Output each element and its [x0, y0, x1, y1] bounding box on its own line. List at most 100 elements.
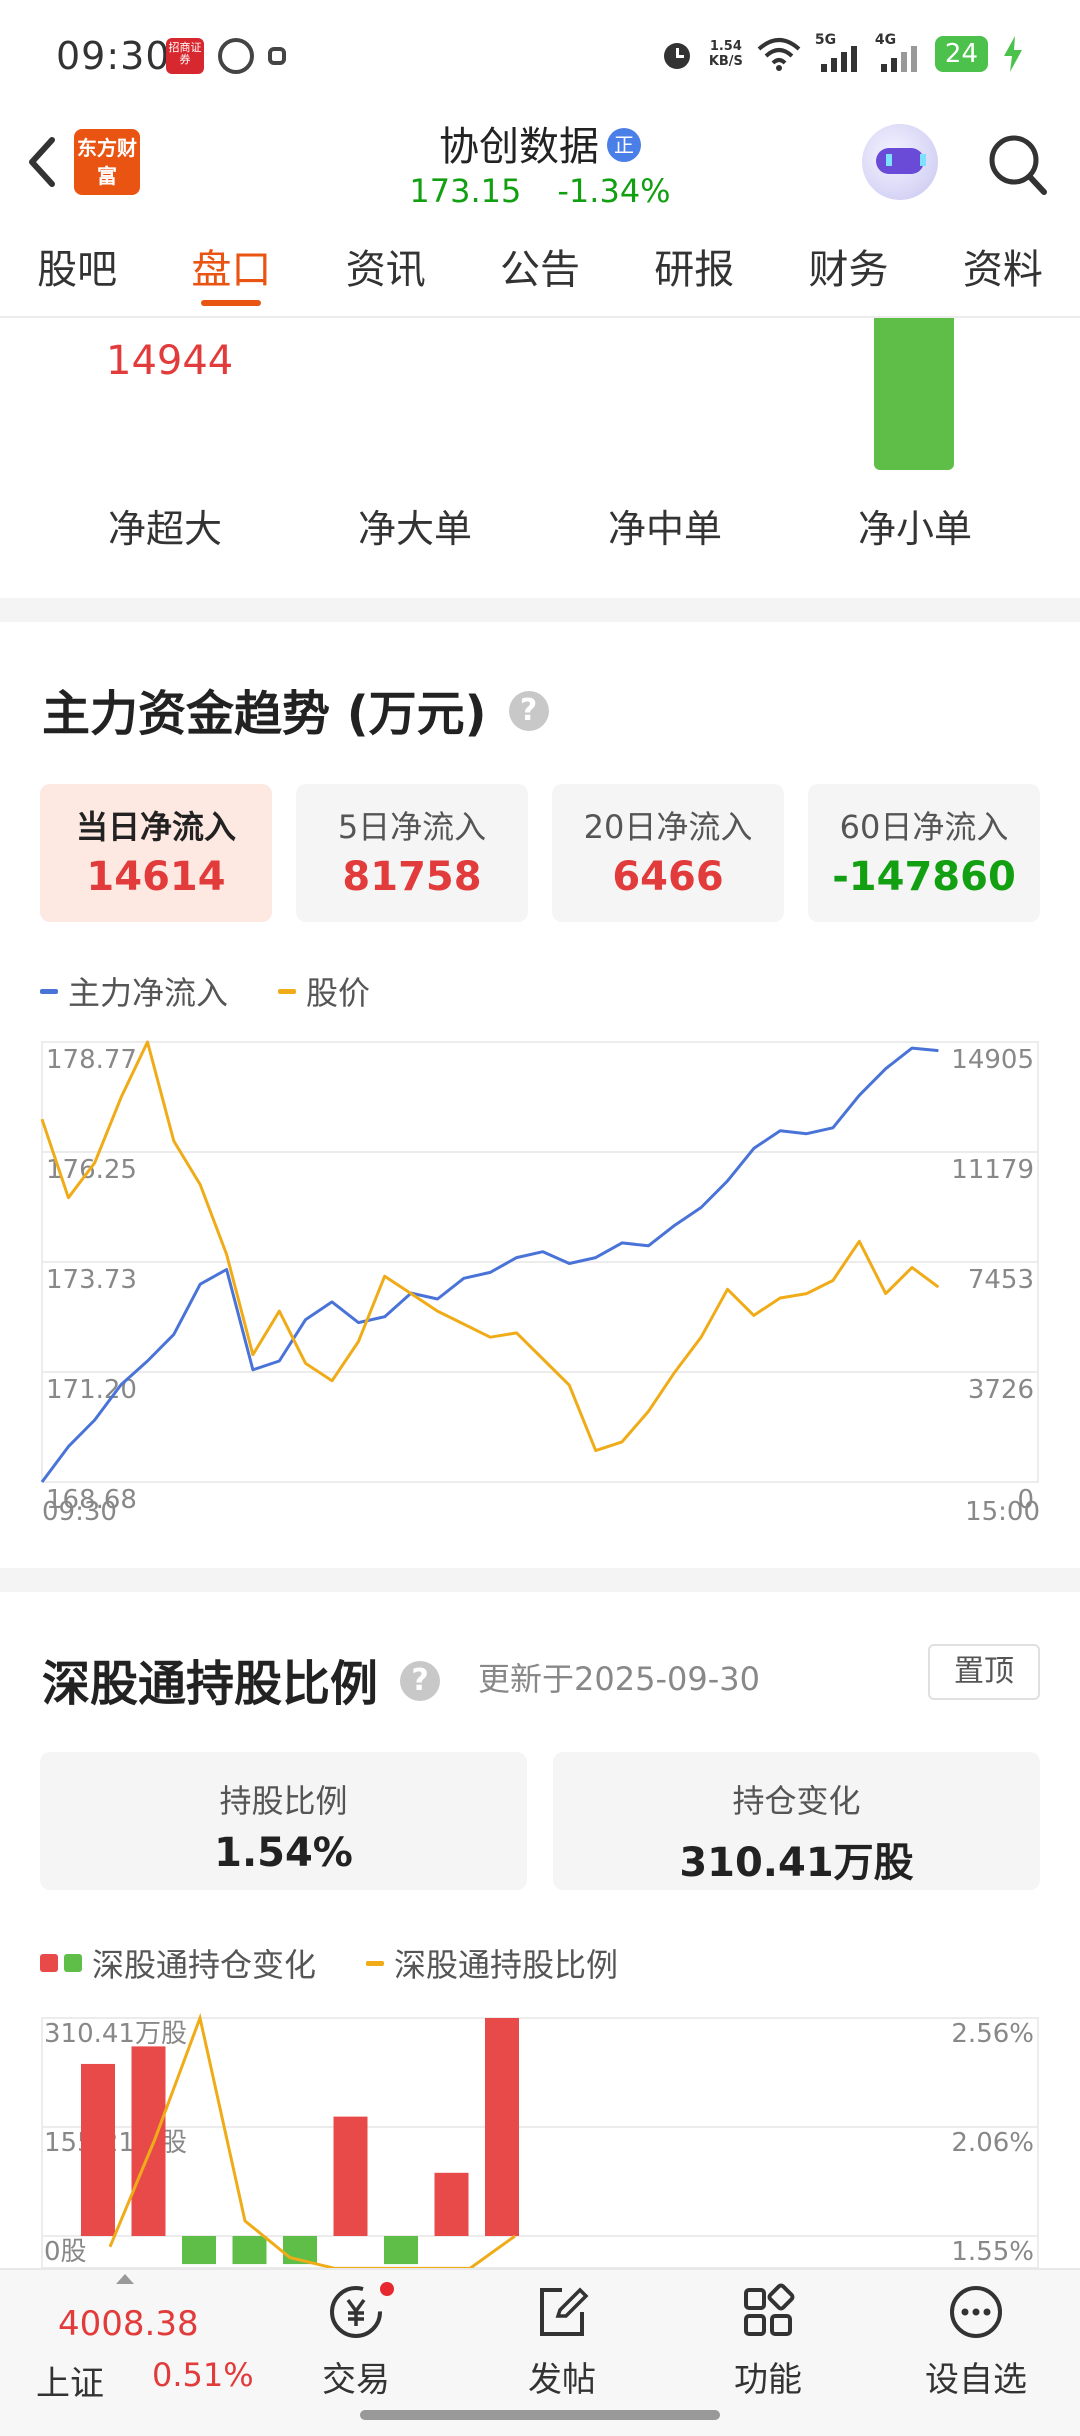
grid-icon	[744, 2283, 795, 2336]
hk-change-bar	[333, 2116, 368, 2236]
help-icon[interactable]: ?	[508, 691, 549, 731]
hk-left-tick: 310.41万股	[44, 2019, 187, 2049]
stock-change-pct: -1.34%	[557, 172, 671, 210]
hk-change-bar	[485, 2018, 519, 2236]
tab-3[interactable]: 公告	[463, 222, 617, 316]
hk-left-tick: 155.21万股	[44, 2128, 187, 2158]
right-axis-tick: 14905	[951, 1045, 1034, 1075]
fund-trend-svg: 178.77 14905176.25 11179173.73 7453171.20 37…	[40, 1040, 1040, 1527]
search-icon[interactable]	[986, 130, 1050, 200]
notification-dot	[380, 2282, 394, 2296]
main-fund-trend-title: 主力资金趋势 (万元)?	[42, 674, 549, 744]
super-large-net-value: 14944	[106, 338, 234, 384]
hk-change-bar	[434, 2172, 469, 2236]
holding-cards: 持股比例 1.54% 持仓变化 310.41万股	[40, 1752, 1040, 1890]
holding-card-label: 持仓变化	[732, 1782, 861, 1820]
legend-stock-price: 股价	[278, 968, 370, 1014]
main-inflow-line	[40, 1046, 939, 1483]
status-time: 09:30	[56, 34, 171, 78]
hk-change-bar	[182, 2236, 216, 2265]
flow-card[interactable]: 60日净流入 -147860	[808, 784, 1040, 922]
holding-card-value: 1.54%	[214, 1830, 353, 1876]
net-speed: 1.54 KB/S	[708, 39, 743, 69]
yen-exchange-icon	[330, 2286, 382, 2338]
flow-card-value: 6466	[612, 854, 724, 900]
x-axis-start: 09:30	[42, 1497, 117, 1527]
help-icon[interactable]: ?	[400, 1661, 441, 1701]
hk-change-bar	[232, 2236, 267, 2265]
index-ticker[interactable]: 4008.38 上证 0.51%	[0, 2270, 260, 2436]
hk-holding-chart[interactable]: 310.41万股 2.56% 155.21万股 2.06% 0股 1.55%	[0, 2000, 1080, 2270]
alarm-icon	[663, 43, 690, 69]
hk-change-bar	[384, 2236, 418, 2265]
hk-right-tick: 1.55%	[951, 2237, 1034, 2267]
fund-flow-bars: 14944 净超大 净大单 净中单 净小单	[0, 318, 1080, 598]
fund-bar-label: 净大单	[357, 507, 472, 551]
flow-card-label: 当日净流入	[75, 808, 236, 846]
home-indicator[interactable]	[360, 2410, 720, 2420]
flow-card-label: 60日净流入	[839, 808, 1009, 846]
flow-card[interactable]: 20日净流入 6466	[552, 784, 784, 922]
sync-icon	[218, 38, 254, 74]
x-axis-end: 15:00	[965, 1497, 1040, 1527]
hk-change-bar	[131, 2046, 166, 2236]
securities-app-icon: 招商证券	[166, 38, 204, 74]
signal-5g-icon: 5G	[815, 32, 861, 72]
stock-price: 173.15	[409, 172, 522, 210]
index-change: 0.51%	[152, 2356, 254, 2394]
holding-card-label: 持股比例	[219, 1782, 348, 1820]
fund-trend-chart[interactable]: 178.77 14905 176.25 11179 173.73 7453 171.20 37…	[0, 1030, 1080, 1530]
hk-left-tick: 0股	[44, 2237, 87, 2267]
updated-date: 更新于2025-09-30	[478, 1660, 760, 1698]
legend-holding-change: 深股通持仓变化	[40, 1940, 316, 1986]
hk-plot-frame	[41, 2017, 1039, 2269]
fund-bar-label: 净中单	[607, 507, 722, 551]
hk-legend: 深股通持仓变化 深股通持股比例	[40, 1940, 618, 1986]
left-axis-tick: 173.73	[46, 1265, 137, 1295]
flow-card-label: 5日净流入	[337, 808, 487, 846]
left-axis-tick: 178.77	[46, 1045, 137, 1075]
more-icon	[950, 2286, 1002, 2338]
robot-assistant-avatar[interactable]	[862, 124, 938, 200]
section-divider	[0, 598, 1080, 622]
hk-change-bar	[81, 2063, 115, 2236]
holding-card-value: 310.41万股	[679, 1840, 914, 1886]
pin-top-button[interactable]: 置顶	[928, 1644, 1040, 1700]
hk-right-tick: 2.06%	[951, 2128, 1034, 2158]
flow-card[interactable]: 5日净流入 81758	[296, 784, 528, 922]
holding-card: 持股比例 1.54%	[40, 1752, 527, 1890]
section-divider	[0, 1568, 1080, 1592]
verified-badge-icon: 正	[607, 128, 641, 162]
tab-4[interactable]: 研报	[617, 222, 771, 316]
tab-0[interactable]: 股吧	[0, 222, 154, 316]
tab-1[interactable]: 盘口	[154, 222, 308, 316]
nav-add-watchlist[interactable]: 设自选	[876, 2270, 1076, 2436]
battery-level: 24	[934, 36, 988, 72]
wifi-icon	[757, 38, 801, 71]
tab-5[interactable]: 财务	[771, 222, 925, 316]
edit-icon	[540, 2287, 589, 2336]
stock-tabs: 股吧 盘口 资讯 公告 研报 财务 资料	[0, 222, 1080, 318]
right-axis-tick: 3726	[968, 1375, 1034, 1405]
signal-4g-icon: 4G	[875, 32, 921, 72]
index-value: 4008.38	[58, 2304, 199, 2344]
hk-right-tick: 2.56%	[951, 2019, 1034, 2049]
trend-legend: 主力净流入 股价	[40, 968, 370, 1014]
hk-holding-svg: 310.41万股 2.56% 155.21万股 2.06% 0股 1.55%	[41, 2012, 1039, 2270]
expand-arrow-icon	[116, 2274, 134, 2284]
holding-card: 持仓变化 310.41万股	[553, 1752, 1040, 1890]
card-icon	[268, 47, 286, 65]
status-bar: 09:30 招商证券 1.54 KB/S 5G 4G 24	[0, 0, 1080, 112]
index-name: 上证	[36, 2364, 104, 2404]
flow-card-value: 14614	[86, 854, 226, 900]
small-order-net-bar	[874, 318, 954, 470]
right-axis-tick: 11179	[951, 1155, 1034, 1185]
right-axis-tick: 7453	[968, 1265, 1034, 1295]
tab-6[interactable]: 资料	[926, 222, 1080, 316]
flow-card[interactable]: 当日净流入 14614	[40, 784, 272, 922]
stock-header: 东方财富 协创数据正 173.15 -1.34%	[0, 112, 1080, 222]
legend-main-inflow: 主力净流入	[40, 968, 228, 1014]
legend-holding-ratio: 深股通持股比例	[366, 1940, 618, 1986]
fund-bar-label: 净小单	[857, 507, 972, 551]
tab-2[interactable]: 资讯	[309, 222, 463, 316]
